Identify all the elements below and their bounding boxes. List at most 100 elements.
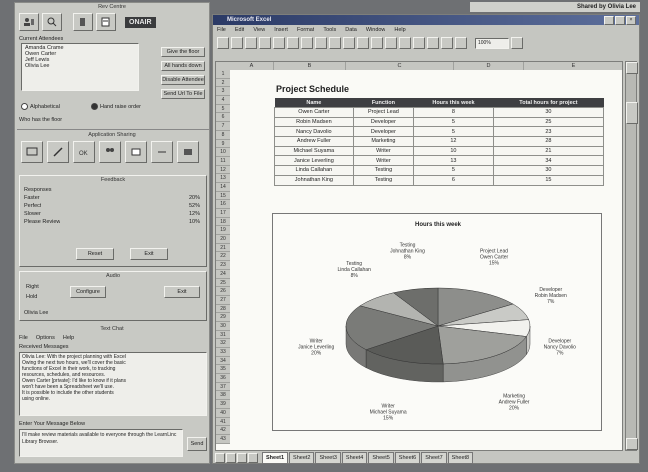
table-header[interactable]: Total hours for project: [493, 98, 604, 108]
table-cell[interactable]: Writer: [352, 155, 415, 167]
row-header[interactable]: 3: [216, 87, 230, 97]
table-cell[interactable]: 10: [413, 145, 494, 157]
column-header[interactable]: C: [346, 62, 454, 70]
column-header[interactable]: E: [524, 62, 622, 70]
open-icon[interactable]: [231, 37, 243, 49]
row-header[interactable]: 30: [216, 321, 230, 331]
row-header[interactable]: 24: [216, 269, 230, 279]
row-header[interactable]: 6: [216, 113, 230, 123]
audio-right-option[interactable]: Right: [26, 284, 39, 290]
notes-icon[interactable]: [96, 13, 116, 31]
attendee-icon[interactable]: [19, 13, 39, 31]
table-cell[interactable]: Marketing: [352, 136, 415, 147]
menu-format[interactable]: Format: [297, 27, 314, 33]
row-header[interactable]: 16: [216, 200, 230, 209]
table-cell[interactable]: 25: [492, 116, 605, 128]
row-header[interactable]: 2: [216, 78, 230, 88]
table-cell[interactable]: Andrew Fuller: [274, 136, 354, 147]
save-icon[interactable]: [245, 37, 257, 49]
first-sheet-icon[interactable]: [215, 453, 225, 463]
row-header[interactable]: 11: [216, 156, 230, 166]
row-header[interactable]: 40: [216, 408, 230, 418]
hand-icon[interactable]: [73, 13, 93, 31]
map-icon[interactable]: [441, 37, 453, 49]
menu-insert[interactable]: Insert: [274, 27, 288, 33]
record-icon[interactable]: [177, 141, 199, 163]
sheet-tab[interactable]: Sheet6: [394, 452, 421, 464]
column-header[interactable]: A: [230, 62, 274, 70]
table-cell[interactable]: 12: [413, 136, 494, 147]
row-header[interactable]: 34: [216, 356, 230, 366]
drawing-icon[interactable]: [455, 37, 467, 49]
menu-edit[interactable]: Edit: [235, 27, 244, 33]
row-header[interactable]: 17: [216, 209, 230, 218]
table-cell[interactable]: Developer: [352, 126, 415, 138]
audio-exit-button[interactable]: Exit: [164, 286, 200, 298]
scroll-thumb[interactable]: [626, 102, 638, 124]
send-url-button[interactable]: Send Url To File: [161, 89, 205, 99]
row-header[interactable]: 39: [216, 400, 230, 409]
sheet-tab[interactable]: Sheet1: [262, 452, 289, 464]
row-header[interactable]: 37: [216, 382, 230, 392]
menu-data[interactable]: Data: [345, 27, 357, 33]
sort-desc-icon[interactable]: [413, 37, 425, 49]
worksheet-grid[interactable]: A B C D E 1 2 3 4 5 6 7 8 9 10 11 12 13 14 15 16 17 18 19 2…: [215, 61, 623, 451]
people-icon[interactable]: [99, 141, 121, 163]
configure-button[interactable]: Configure: [70, 286, 106, 298]
spell-icon[interactable]: [287, 37, 299, 49]
row-header[interactable]: 1: [216, 70, 230, 79]
row-header[interactable]: 26: [216, 287, 230, 296]
link-icon[interactable]: [151, 141, 173, 163]
maximize-icon[interactable]: [615, 16, 625, 25]
scroll-down-icon[interactable]: [626, 438, 638, 450]
undo-icon[interactable]: [343, 37, 355, 49]
cut-icon[interactable]: [301, 37, 313, 49]
row-header[interactable]: 14: [216, 182, 230, 192]
send-button[interactable]: Send: [187, 437, 207, 451]
row-header[interactable]: 33: [216, 348, 230, 357]
row-header[interactable]: 28: [216, 304, 230, 314]
menu-help[interactable]: Help: [394, 27, 405, 33]
row-header[interactable]: 20: [216, 235, 230, 244]
row-header[interactable]: 25: [216, 278, 230, 288]
table-cell[interactable]: 30: [492, 107, 605, 118]
next-sheet-icon[interactable]: [237, 453, 247, 463]
reset-button[interactable]: Reset: [76, 248, 114, 260]
table-cell[interactable]: Linda Callahan: [274, 165, 354, 176]
disable-attendee-button[interactable]: Disable Attendee: [161, 75, 205, 85]
sort-asc-icon[interactable]: [399, 37, 411, 49]
preview-icon[interactable]: [273, 37, 285, 49]
all-hands-down-button[interactable]: All hands down: [161, 61, 205, 71]
table-cell[interactable]: 21: [492, 145, 605, 157]
table-cell[interactable]: 34: [492, 155, 605, 167]
row-header[interactable]: 31: [216, 330, 230, 340]
row-header[interactable]: 27: [216, 295, 230, 305]
feedback-exit-button[interactable]: Exit: [130, 248, 168, 260]
sheet-tab[interactable]: Sheet2: [289, 452, 315, 464]
row-header[interactable]: 18: [216, 217, 230, 227]
window-icon[interactable]: [125, 141, 147, 163]
row-header[interactable]: 29: [216, 313, 230, 322]
table-cell[interactable]: Johnathan King: [274, 174, 354, 186]
print-icon[interactable]: [259, 37, 271, 49]
share-app-icon[interactable]: [21, 141, 43, 163]
received-messages[interactable]: Olivia Lee: With the project planning wi…: [19, 352, 207, 416]
new-icon[interactable]: [217, 37, 229, 49]
table-header[interactable]: Name: [274, 98, 354, 108]
redo-icon[interactable]: [357, 37, 369, 49]
sheet-tab[interactable]: Sheet4: [341, 452, 368, 464]
menu-window[interactable]: Window: [366, 27, 386, 33]
row-header[interactable]: 7: [216, 122, 230, 131]
radio-hand-raise[interactable]: Hand raise order: [91, 103, 141, 110]
copy-icon[interactable]: [315, 37, 327, 49]
paste-icon[interactable]: [329, 37, 341, 49]
table-cell[interactable]: 15: [492, 174, 605, 186]
row-header[interactable]: 23: [216, 261, 230, 270]
sheet-tab[interactable]: Sheet8: [447, 452, 474, 464]
table-cell[interactable]: 6: [413, 174, 494, 186]
row-header[interactable]: 21: [216, 243, 230, 253]
table-cell[interactable]: Developer: [352, 116, 415, 128]
menu-view[interactable]: View: [253, 27, 265, 33]
search-icon[interactable]: [42, 13, 62, 31]
column-header[interactable]: B: [274, 62, 346, 70]
